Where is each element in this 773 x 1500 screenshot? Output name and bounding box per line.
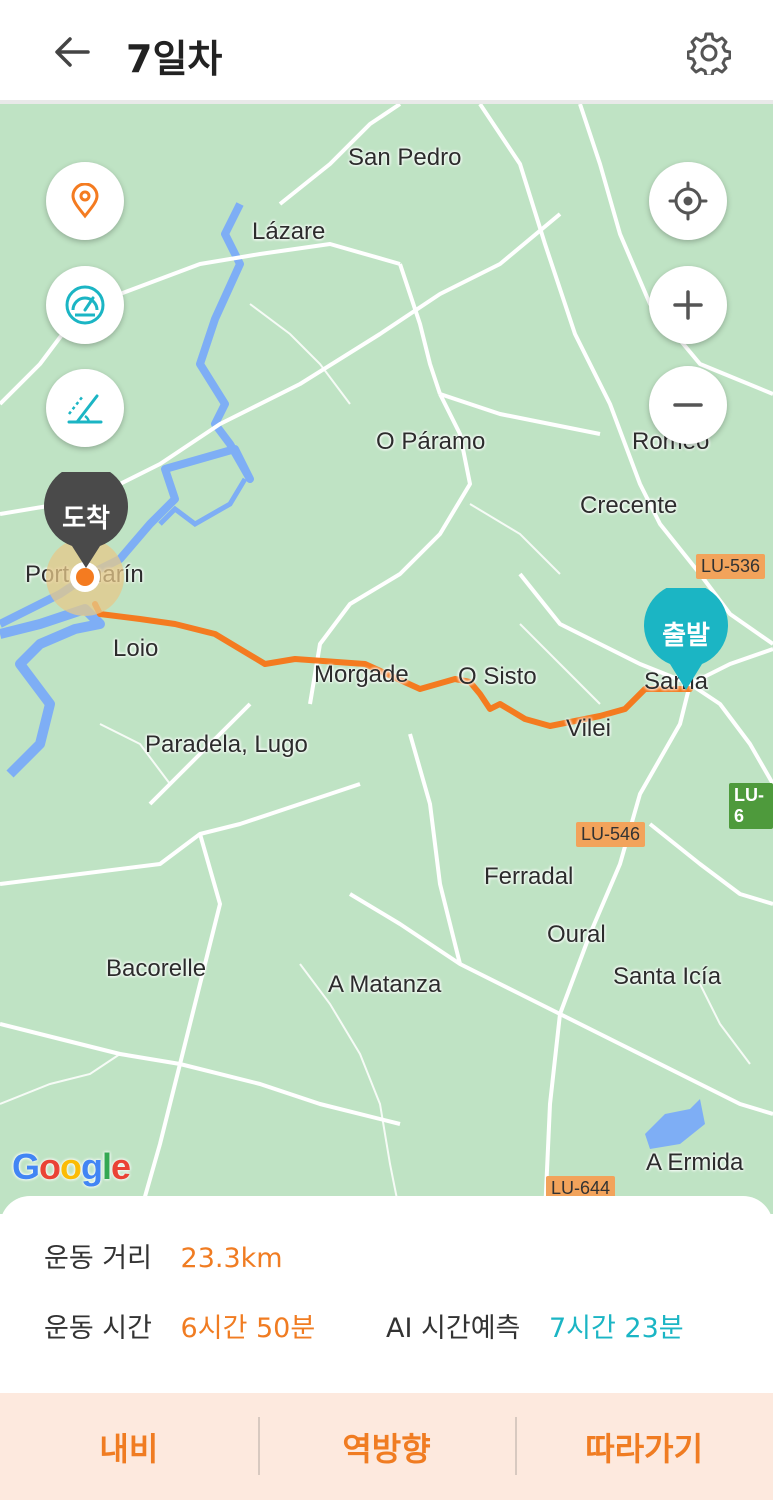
back-button[interactable] bbox=[48, 28, 96, 76]
zoom-in-button[interactable] bbox=[649, 266, 727, 344]
location-pin-icon bbox=[71, 183, 99, 219]
place-label: Crecente bbox=[580, 492, 678, 519]
distance-label: 운동 거리 bbox=[44, 1243, 152, 1274]
route-stats-panel: 운동 거리 23.3km 운동 시간 6시간 50분 AI 시간예측 7시간 2… bbox=[0, 1196, 773, 1396]
distance-row: 운동 거리 23.3km bbox=[44, 1236, 283, 1275]
zoom-out-button[interactable] bbox=[649, 366, 727, 444]
ai-estimate-label: AI 시간예측 bbox=[386, 1313, 521, 1344]
slope-icon bbox=[67, 394, 103, 424]
google-logo: Google bbox=[12, 1146, 131, 1187]
place-label: Oural bbox=[547, 921, 606, 948]
gear-icon bbox=[687, 32, 731, 75]
start-pin-label: 출발 bbox=[662, 620, 710, 651]
place-label: Vilei bbox=[566, 715, 611, 742]
page-title: 7일차 bbox=[126, 37, 223, 81]
time-label: 운동 시간 bbox=[44, 1313, 152, 1344]
place-label: Paradela, Lugo bbox=[145, 731, 308, 758]
end-pin-label: 도착 bbox=[62, 503, 110, 534]
place-label: San Pedro bbox=[348, 144, 462, 171]
speedometer-icon bbox=[65, 285, 105, 325]
distance-value: 23.3km bbox=[180, 1243, 283, 1274]
settings-button[interactable] bbox=[684, 28, 734, 78]
place-label: A Ermida bbox=[646, 1149, 744, 1176]
my-location-icon bbox=[668, 181, 708, 221]
place-label: Morgade bbox=[314, 661, 409, 688]
road-badge: LU-536 bbox=[696, 554, 766, 579]
reverse-route-button[interactable]: 역방향 bbox=[257, 1393, 516, 1500]
waypoint-button[interactable] bbox=[46, 162, 124, 240]
follow-route-button[interactable]: 따라가기 bbox=[515, 1393, 773, 1500]
my-location-button[interactable] bbox=[649, 162, 727, 240]
place-label: Ferradal bbox=[484, 863, 574, 890]
place-label: O Sisto bbox=[458, 663, 537, 690]
place-label: Santa Icía bbox=[613, 963, 722, 990]
arrow-left-icon bbox=[55, 37, 90, 67]
elevation-button[interactable] bbox=[46, 369, 124, 447]
place-label: A Matanza bbox=[328, 971, 442, 998]
ai-estimate-value: 7시간 23분 bbox=[548, 1313, 684, 1344]
place-label: Bacorelle bbox=[106, 955, 207, 982]
speed-button[interactable] bbox=[46, 266, 124, 344]
place-label: Lázare bbox=[252, 218, 326, 245]
place-label: Loio bbox=[113, 635, 159, 662]
navigation-button[interactable]: 내비 bbox=[0, 1393, 258, 1500]
top-app-bar: 7일차 bbox=[0, 0, 773, 104]
place-label: O Páramo bbox=[376, 428, 486, 455]
zoom-in-icon bbox=[673, 290, 703, 320]
time-value: 6시간 50분 bbox=[180, 1313, 316, 1344]
ai-estimate-row: AI 시간예측 7시간 23분 bbox=[386, 1306, 684, 1345]
bottom-action-bar: 내비 역방향 따라가기 bbox=[0, 1393, 773, 1500]
road-badge: LU-6 bbox=[729, 783, 773, 829]
zoom-out-icon bbox=[673, 403, 703, 407]
time-row: 운동 시간 6시간 50분 bbox=[44, 1306, 315, 1345]
road-badge: LU-546 bbox=[576, 822, 646, 847]
route-map[interactable]: San Pedro Lázare O Páramo Romeo Crecente… bbox=[0, 104, 773, 1214]
